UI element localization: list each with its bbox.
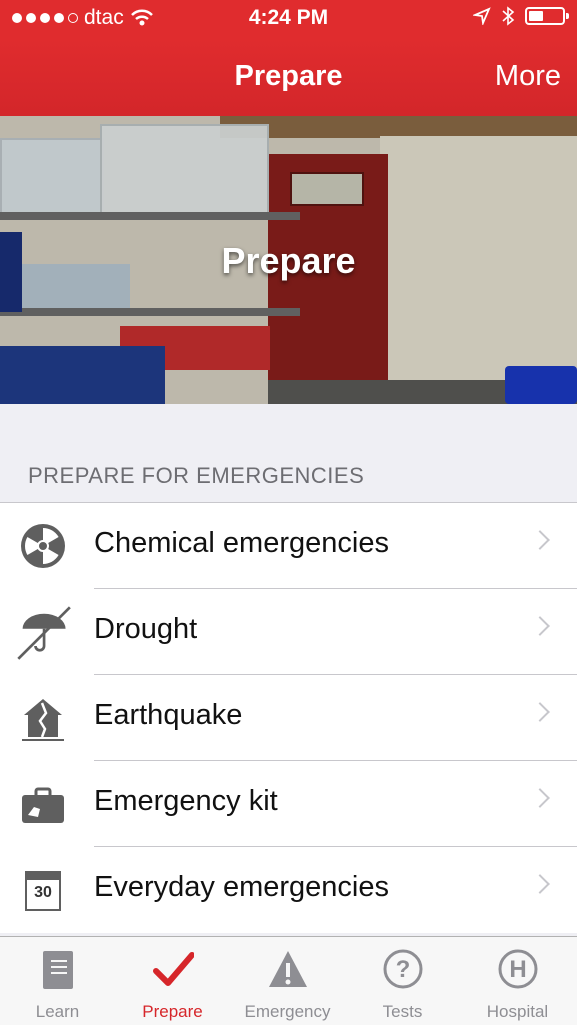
chevron-right-icon [530, 530, 550, 550]
tab-label: Hospital [486, 1002, 549, 1021]
chevron-right-icon [530, 874, 550, 894]
book-icon [43, 951, 73, 989]
kit-bag-icon [22, 787, 64, 823]
list-item-everyday-emergencies[interactable]: 30 Everyday emergencies [0, 847, 577, 933]
tab-emergency[interactable]: Emergency [230, 937, 345, 1025]
tab-label: Tests [382, 1002, 423, 1021]
bluetooth-icon [502, 6, 515, 26]
more-button[interactable]: More [495, 60, 561, 93]
emergency-list: Chemical emergencies Drought Earthquake … [0, 502, 577, 933]
calendar-day: 30 [34, 884, 52, 901]
svg-text:?: ? [396, 956, 411, 983]
list-item-drought[interactable]: Drought [0, 589, 577, 675]
battery-icon [525, 7, 569, 25]
list-item-label: Drought [94, 613, 198, 645]
tab-label: Learn [35, 1002, 80, 1021]
section-header-area: PREPARE FOR EMERGENCIES [0, 404, 577, 502]
tab-learn[interactable]: Learn [0, 937, 115, 1025]
no-umbrella-icon [17, 606, 71, 660]
damaged-house-icon [22, 699, 64, 741]
checkmark-icon [153, 952, 194, 986]
tab-prepare[interactable]: Prepare [115, 937, 230, 1025]
hospital-circle-icon: H [498, 949, 538, 989]
navigation-bar: Prepare More [0, 38, 577, 116]
list-item-earthquake[interactable]: Earthquake [0, 675, 577, 761]
radiation-icon [21, 524, 65, 568]
tab-tests[interactable]: ? Tests [345, 937, 460, 1025]
nav-title: Prepare [234, 60, 343, 92]
list-item-chemical-emergencies[interactable]: Chemical emergencies [0, 503, 577, 589]
hero-image: Prepare [0, 116, 577, 404]
list-item-emergency-kit[interactable]: Emergency kit [0, 761, 577, 847]
chevron-right-icon [530, 788, 550, 808]
question-circle-icon: ? [383, 949, 423, 989]
status-bar: dtac 4:24 PM [0, 0, 577, 38]
hero-label: Prepare [221, 240, 356, 281]
calendar-icon: 30 [25, 871, 61, 911]
list-item-label: Emergency kit [94, 785, 278, 817]
list-item-label: Chemical emergencies [94, 527, 389, 559]
location-arrow-icon [473, 7, 491, 25]
section-header: PREPARE FOR EMERGENCIES [28, 463, 365, 488]
list-item-label: Earthquake [94, 699, 243, 731]
tab-label: Prepare [142, 1002, 203, 1021]
tab-bar: Learn Prepare Emergency ? Tests H Hospit… [0, 936, 577, 1025]
warning-triangle-icon [269, 951, 307, 987]
list-item-label: Everyday emergencies [94, 871, 389, 903]
chevron-right-icon [530, 616, 550, 636]
chevron-right-icon [530, 702, 550, 722]
status-right [473, 6, 569, 26]
tab-label: Emergency [244, 1002, 331, 1021]
tab-hospital[interactable]: H Hospital [460, 937, 575, 1025]
svg-text:H: H [509, 956, 526, 983]
